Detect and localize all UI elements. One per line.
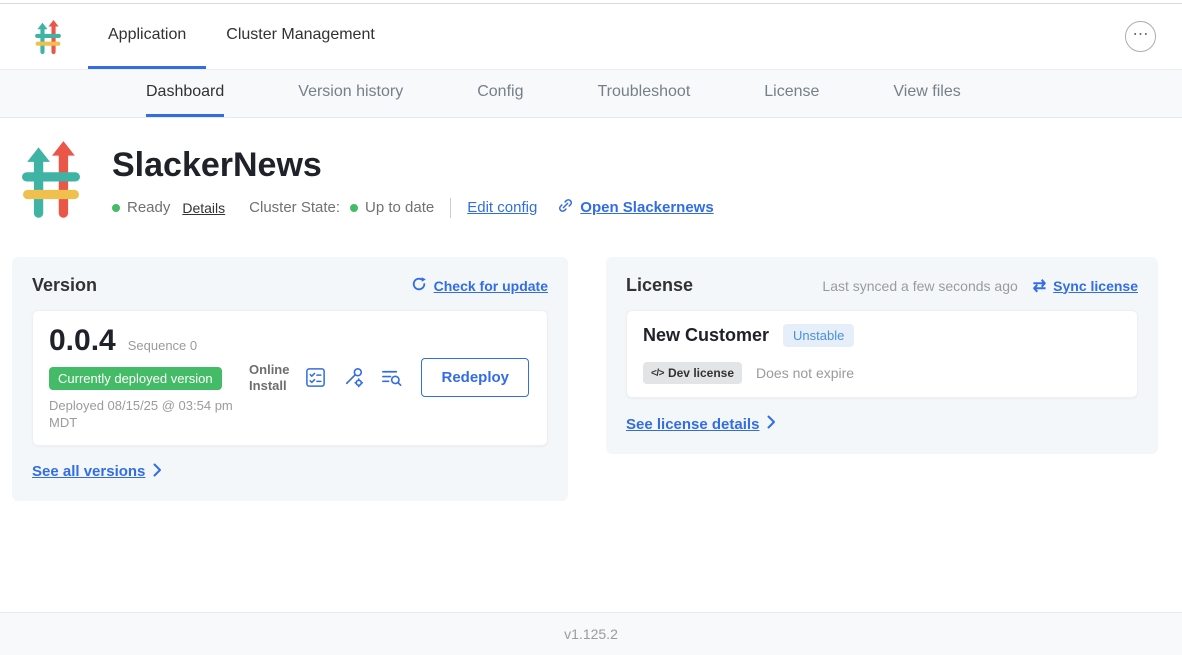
page-title: SlackerNews bbox=[112, 146, 714, 185]
cluster-state-dot bbox=[350, 204, 358, 212]
license-expiry: Does not expire bbox=[756, 365, 854, 381]
external-link-icon bbox=[557, 197, 574, 218]
dashboard-cards: Version Check for update bbox=[12, 257, 1158, 501]
see-all-versions-link[interactable]: See all versions bbox=[32, 463, 162, 481]
admin-console-page: Application Cluster Management ⋯ Dashboa… bbox=[0, 0, 1182, 655]
redeploy-button[interactable]: Redeploy bbox=[421, 358, 529, 397]
version-info: 0.0.4 Sequence 0 Currently deployed vers… bbox=[49, 324, 249, 432]
details-link[interactable]: Details bbox=[182, 200, 225, 216]
top-nav: Application Cluster Management ⋯ bbox=[0, 3, 1182, 70]
app-status-dot bbox=[112, 204, 120, 212]
sync-license-link[interactable]: ⇄ Sync license bbox=[1033, 276, 1138, 296]
last-synced-text: Last synced a few seconds ago bbox=[822, 278, 1017, 294]
refresh-icon bbox=[411, 276, 427, 295]
open-app-link[interactable]: Open Slackernews bbox=[557, 197, 713, 218]
check-for-update-link[interactable]: Check for update bbox=[411, 276, 548, 295]
check-for-update-label: Check for update bbox=[434, 278, 548, 294]
deployed-timestamp: Deployed 08/15/25 @ 03:54 pm MDT bbox=[49, 398, 249, 432]
deployed-badge: Currently deployed version bbox=[49, 367, 222, 390]
subnav-troubleshoot[interactable]: Troubleshoot bbox=[597, 70, 690, 117]
subnav-dashboard[interactable]: Dashboard bbox=[146, 70, 224, 117]
console-version: v1.125.2 bbox=[564, 626, 618, 642]
ellipsis-icon: ⋯ bbox=[1133, 27, 1149, 43]
subnav-view-files[interactable]: View files bbox=[893, 70, 960, 117]
chevron-right-icon bbox=[153, 463, 162, 481]
cluster-state-value: Up to date bbox=[365, 199, 434, 216]
version-card-title: Version bbox=[32, 275, 97, 296]
footer: v1.125.2 bbox=[0, 612, 1182, 655]
app-logo-large bbox=[22, 141, 80, 220]
version-actions: Online Install bbox=[249, 358, 531, 397]
see-all-versions-label: See all versions bbox=[32, 463, 145, 480]
app-header: SlackerNews Ready Details Cluster State:… bbox=[22, 141, 1182, 220]
top-tab-bar: Application Cluster Management bbox=[88, 4, 395, 69]
sync-icon: ⇄ bbox=[1033, 276, 1046, 296]
subnav-license[interactable]: License bbox=[764, 70, 819, 117]
current-version-panel: 0.0.4 Sequence 0 Currently deployed vers… bbox=[32, 310, 548, 446]
see-license-details-label: See license details bbox=[626, 416, 759, 433]
app-status-text: Ready bbox=[127, 199, 170, 216]
config-tools-icon[interactable] bbox=[342, 366, 365, 389]
subnav-version-history[interactable]: Version history bbox=[298, 70, 403, 117]
deploy-logs-icon[interactable] bbox=[380, 366, 403, 389]
version-number: 0.0.4 bbox=[49, 324, 116, 358]
license-card: License Last synced a few seconds ago ⇄ … bbox=[606, 257, 1158, 454]
overflow-menu-button[interactable]: ⋯ bbox=[1125, 21, 1156, 52]
chevron-right-icon bbox=[767, 415, 776, 433]
install-type-label: Online Install bbox=[249, 362, 289, 395]
license-type-badge: </> Dev license bbox=[643, 362, 742, 384]
open-app-label: Open Slackernews bbox=[580, 199, 713, 216]
app-status-row: Ready Details Cluster State: Up to date … bbox=[112, 197, 714, 218]
main-content: SlackerNews Ready Details Cluster State:… bbox=[0, 118, 1182, 612]
subnav-config[interactable]: Config bbox=[477, 70, 523, 117]
sync-license-label: Sync license bbox=[1053, 278, 1138, 294]
license-panel: New Customer Unstable </> Dev license Do… bbox=[626, 310, 1138, 398]
code-icon: </> bbox=[651, 368, 664, 379]
version-card: Version Check for update bbox=[12, 257, 568, 501]
cluster-state-label: Cluster State: bbox=[249, 199, 340, 216]
license-type-label: Dev license bbox=[668, 366, 734, 380]
edit-config-link[interactable]: Edit config bbox=[467, 199, 537, 216]
channel-badge: Unstable bbox=[783, 324, 854, 347]
tab-cluster-management[interactable]: Cluster Management bbox=[206, 4, 395, 69]
sequence-label: Sequence 0 bbox=[128, 338, 197, 353]
app-logo-icon[interactable] bbox=[35, 20, 61, 55]
customer-name: New Customer bbox=[643, 325, 769, 346]
preflight-checks-icon[interactable] bbox=[304, 366, 327, 389]
see-license-details-link[interactable]: See license details bbox=[626, 415, 776, 433]
sub-nav: Dashboard Version history Config Trouble… bbox=[0, 70, 1182, 118]
divider bbox=[450, 198, 451, 218]
license-card-title: License bbox=[626, 275, 693, 296]
tab-application[interactable]: Application bbox=[88, 4, 206, 69]
